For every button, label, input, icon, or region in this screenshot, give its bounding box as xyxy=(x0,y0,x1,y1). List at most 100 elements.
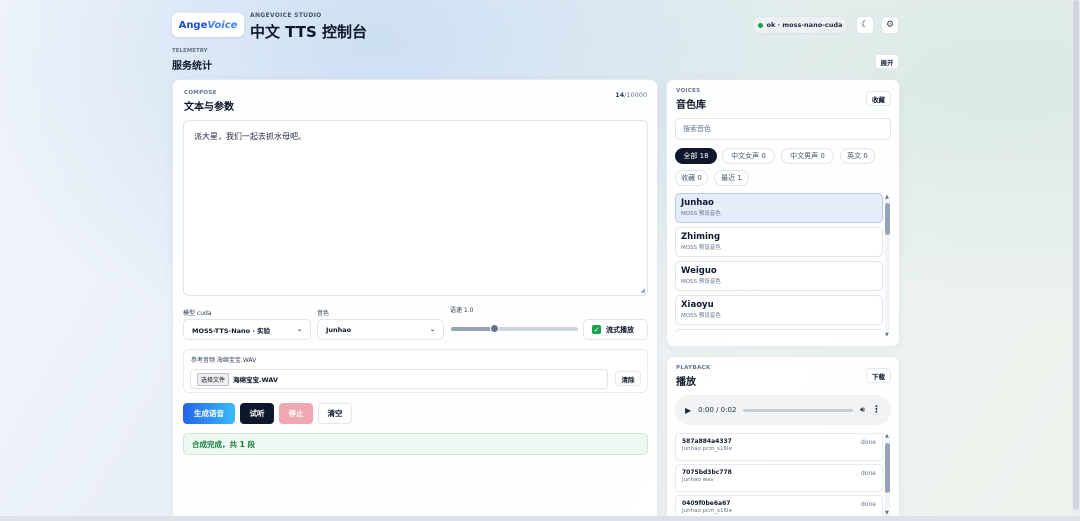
choose-file-button[interactable]: 选择文件 xyxy=(197,372,230,386)
audio-time: 0:00 / 0:02 xyxy=(698,406,737,414)
speed-label: 语速 1.0 xyxy=(450,307,474,314)
voice-name: Weiguo xyxy=(681,266,717,276)
voice-list: Junhao MOSS 预设音色 Zhiming MOSS 预设音色 Weiguo MOS… xyxy=(675,193,883,332)
reference-audio-panel: 参考音频 海绵宝宝.WAV 选择文件 海绵宝宝.WAV 清除 xyxy=(183,349,648,393)
history-scrollbar[interactable] xyxy=(885,435,890,519)
page-scrollbar[interactable] xyxy=(1072,0,1080,521)
voice-filter-chip[interactable]: 收藏 0 xyxy=(675,170,708,186)
page-scroll-thumb[interactable] xyxy=(1073,0,1079,510)
voice-description: MOSS 预设音色 xyxy=(681,245,721,251)
download-button[interactable]: 下载 xyxy=(866,368,891,383)
window-bottom-edge xyxy=(0,516,1080,521)
voice-list-item[interactable]: Xiaoyu MOSS 预设音色 xyxy=(675,295,883,325)
scroll-up-icon[interactable]: ▲ xyxy=(885,433,889,439)
audio-progress-bar[interactable] xyxy=(743,408,853,412)
stream-toggle[interactable]: ✓ 流式播放 xyxy=(583,319,648,340)
voice-search-input[interactable]: 搜索音色 xyxy=(675,118,891,140)
voice-select[interactable]: Junhao ⌄ xyxy=(317,319,444,340)
model-select-value: MOSS-TTS-Nano · 实验 xyxy=(192,326,271,335)
voice-name: Xiaoyu xyxy=(681,300,714,310)
history-format: Junhao pcm_s16le xyxy=(682,508,732,514)
history-item[interactable]: 587a884a4337 Junhao pcm_s16le done xyxy=(675,433,883,461)
char-count: 14 xyxy=(615,91,625,99)
voice-select-value: Junhao xyxy=(326,325,352,334)
chevron-down-icon: ⌄ xyxy=(296,326,302,333)
play-icon[interactable]: ▶ xyxy=(685,406,691,415)
compose-title: 文本与参数 xyxy=(184,102,234,113)
status-text: ok · moss-nano-cuda xyxy=(766,21,843,29)
reference-audio-label: 参考音频 海绵宝宝.WAV xyxy=(191,357,257,364)
expand-telemetry-button[interactable]: 展开 xyxy=(875,54,899,69)
voice-description: MOSS 预设音色 xyxy=(681,279,721,285)
settings-button[interactable]: ⚙ xyxy=(881,16,899,34)
history-status: done xyxy=(861,501,876,508)
voice-filter-chip[interactable]: 英文 0 xyxy=(840,148,875,164)
clear-text-button[interactable]: 清空 xyxy=(318,403,352,424)
voice-list-scrollbar[interactable] xyxy=(885,194,890,332)
scroll-up-icon[interactable]: ▲ xyxy=(885,194,889,200)
volume-icon[interactable]: 🔊︎ xyxy=(860,405,865,415)
voices-card: VOICES 音色库 收藏 搜索音色 全部 18 中文女声 0 中文男声 0 英文 0… xyxy=(666,79,900,347)
theme-toggle-button[interactable]: ☾ xyxy=(856,16,874,34)
synthesis-status: 合成完成，共 1 段 xyxy=(183,433,648,455)
history-id: 0409f0be6a67 xyxy=(682,500,731,507)
studio-label: ANGEVOICE STUDIO xyxy=(250,12,322,19)
voices-eyebrow: VOICES xyxy=(676,88,701,94)
compose-eyebrow: COMPOSE xyxy=(184,90,217,96)
playback-eyebrow: PLAYBACK xyxy=(676,365,711,371)
voice-filter-chip[interactable]: 中文女声 0 xyxy=(722,148,775,164)
playback-card: PLAYBACK 播放 下载 ▶ 0:00 / 0:02 🔊︎ ⋮ 587a88… xyxy=(666,356,900,521)
speed-slider-fill xyxy=(451,327,495,331)
stop-button[interactable]: 停止 xyxy=(279,403,313,424)
text-input[interactable]: 派大星，我们一起去抓水母吧。 ◢ xyxy=(183,120,648,296)
history-id: 7075bd3bc778 xyxy=(682,469,732,476)
text-input-value: 派大星，我们一起去抓水母吧。 xyxy=(194,132,306,141)
voice-filter-chip[interactable]: 中文男声 0 xyxy=(781,148,834,164)
history-item[interactable]: 7075bd3bc778 Junhao wav done xyxy=(675,464,883,492)
voice-description: MOSS 预设音色 xyxy=(681,211,721,217)
voice-list-scroll-thumb[interactable] xyxy=(885,203,890,235)
moon-icon: ☾ xyxy=(860,20,870,30)
history-scroll-thumb[interactable] xyxy=(885,443,890,493)
more-options-icon[interactable]: ⋮ xyxy=(872,405,881,415)
favorite-voice-button[interactable]: 收藏 xyxy=(866,91,891,106)
voice-label: 音色 xyxy=(317,310,330,317)
app-header: Ange Voice ANGEVOICE STUDIO 中文 TTS 控制台 ok… xyxy=(172,12,900,44)
voice-list-item[interactable]: Yuewen xyxy=(675,329,883,332)
voice-list-item[interactable]: Weiguo MOSS 预设音色 xyxy=(675,261,883,291)
voice-list-item[interactable]: Zhiming MOSS 预设音色 xyxy=(675,227,883,257)
voice-filter-chip[interactable]: 最近 1 xyxy=(714,170,749,186)
reference-file-input[interactable]: 选择文件 海绵宝宝.WAV xyxy=(190,369,608,389)
status-dot-icon xyxy=(757,22,763,28)
model-select[interactable]: MOSS-TTS-Nano · 实验 ⌄ xyxy=(183,319,311,340)
char-counter: 14/10000 xyxy=(615,91,647,99)
voice-description: MOSS 预设音色 xyxy=(681,313,721,319)
history-format: Junhao wav xyxy=(682,477,714,483)
voice-name: Junhao xyxy=(681,198,714,208)
voices-title: 音色库 xyxy=(676,100,706,111)
speed-slider-handle[interactable] xyxy=(490,324,500,333)
model-label: 模型 cuda xyxy=(183,310,212,317)
clear-reference-button[interactable]: 清除 xyxy=(615,371,641,386)
speed-slider[interactable] xyxy=(451,324,578,333)
resize-handle-icon[interactable]: ◢ xyxy=(640,287,645,294)
voice-search-placeholder: 搜索音色 xyxy=(683,125,711,133)
telemetry-title: 服务统计 xyxy=(172,61,212,72)
char-limit: /10000 xyxy=(624,91,647,99)
gear-icon: ⚙ xyxy=(885,20,895,30)
voice-name: Zhiming xyxy=(681,232,721,242)
voice-filter-chip[interactable]: 全部 18 xyxy=(675,148,717,164)
telemetry-eyebrow: TELEMETRY xyxy=(172,48,208,54)
checkbox-checked-icon[interactable]: ✓ xyxy=(592,325,601,334)
logo-main-text: Ange xyxy=(178,19,208,31)
playback-title: 播放 xyxy=(676,377,696,388)
logo: Ange Voice xyxy=(172,13,244,37)
generate-button[interactable]: 生成语音 xyxy=(183,403,235,424)
preview-button[interactable]: 试听 xyxy=(240,403,274,424)
history-status: done xyxy=(861,439,876,446)
scroll-down-icon[interactable]: ▼ xyxy=(885,332,889,338)
logo-accent-text: Voice xyxy=(207,19,238,31)
history-format: Junhao pcm_s16le xyxy=(682,446,732,452)
page-title: 中文 TTS 控制台 xyxy=(250,23,368,41)
voice-list-item[interactable]: Junhao MOSS 预设音色 xyxy=(675,193,883,223)
